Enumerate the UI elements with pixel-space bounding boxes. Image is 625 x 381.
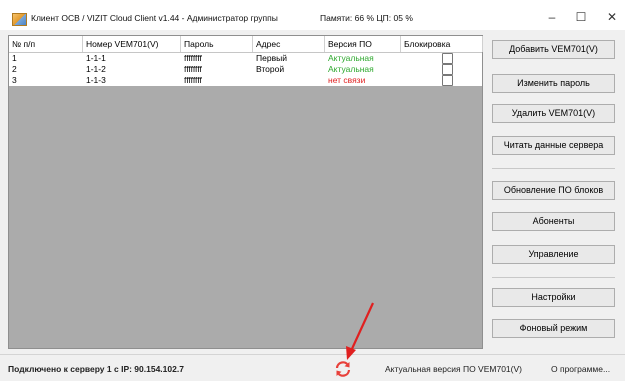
column-header-version[interactable]: Версия ПО [325,36,401,52]
close-button[interactable]: ✕ [597,7,625,27]
status-divider [0,354,625,355]
title-bar: Клиент ОСВ / VIZIT Cloud Client v1.44 - … [0,0,625,30]
cell-password: ffffffff [184,64,202,74]
table-row[interactable]: 2 1-1-2 ffffffff Второй Актуальная [9,64,482,75]
cell-num: 3 [12,75,17,85]
cell-version: Актуальная [328,53,374,63]
cell-password: ffffffff [184,75,202,85]
table-row[interactable]: 1 1-1-1 ffffffff Первый Актуальная [9,53,482,64]
cell-num: 2 [12,64,17,74]
table-row[interactable]: 3 1-1-3 ffffffff нет связи [9,75,482,86]
resource-usage: Памяти: 66 % ЦП: 05 % [320,13,413,23]
update-firmware-button[interactable]: Обновление ПО блоков [492,181,615,200]
cell-address: Первый [256,53,287,63]
window-title: Клиент ОСВ / VIZIT Cloud Client v1.44 - … [31,13,278,23]
table-header: № п/п Номер VEM701(V) Пароль Адрес Верси… [9,36,483,53]
column-header-password[interactable]: Пароль [181,36,253,52]
maximize-button[interactable]: ☐ [566,7,596,27]
current-version-link[interactable]: Актуальная версия ПО VEM701(V) [385,364,522,374]
cell-password: ffffffff [184,53,202,63]
column-header-address[interactable]: Адрес [253,36,325,52]
delete-device-button[interactable]: Удалить VEM701(V) [492,104,615,123]
app-icon [12,13,27,26]
lock-checkbox[interactable] [442,53,453,64]
change-password-button[interactable]: Изменить пароль [492,74,615,93]
cell-version: нет связи [328,75,366,85]
cell-version: Актуальная [328,64,374,74]
lock-checkbox[interactable] [442,75,453,86]
cell-number: 1-1-1 [86,53,106,63]
cell-number: 1-1-3 [86,75,106,85]
column-header-lock[interactable]: Блокировка [401,36,483,52]
cell-num: 1 [12,53,17,63]
column-header-num[interactable]: № п/п [9,36,83,52]
lock-checkbox[interactable] [442,64,453,75]
separator [492,168,615,169]
subscribers-button[interactable]: Абоненты [492,212,615,231]
cell-address: Второй [256,64,285,74]
settings-button[interactable]: Настройки [492,288,615,307]
background-mode-button[interactable]: Фоновый режим [492,319,615,338]
about-link[interactable]: О программе... [551,364,610,374]
devices-table[interactable]: № п/п Номер VEM701(V) Пароль Адрес Верси… [8,35,483,349]
cell-address [253,75,325,86]
read-server-data-button[interactable]: Читать данные сервера [492,136,615,155]
control-button[interactable]: Управление [492,245,615,264]
add-device-button[interactable]: Добавить VEM701(V) [492,40,615,59]
connection-status: Подключено к серверу 1 с IP: 90.154.102.… [8,364,184,374]
minimize-button[interactable]: – [537,7,567,27]
cell-number: 1-1-2 [86,64,106,74]
separator [492,277,615,278]
refresh-icon[interactable] [333,359,353,379]
column-header-number[interactable]: Номер VEM701(V) [83,36,181,52]
